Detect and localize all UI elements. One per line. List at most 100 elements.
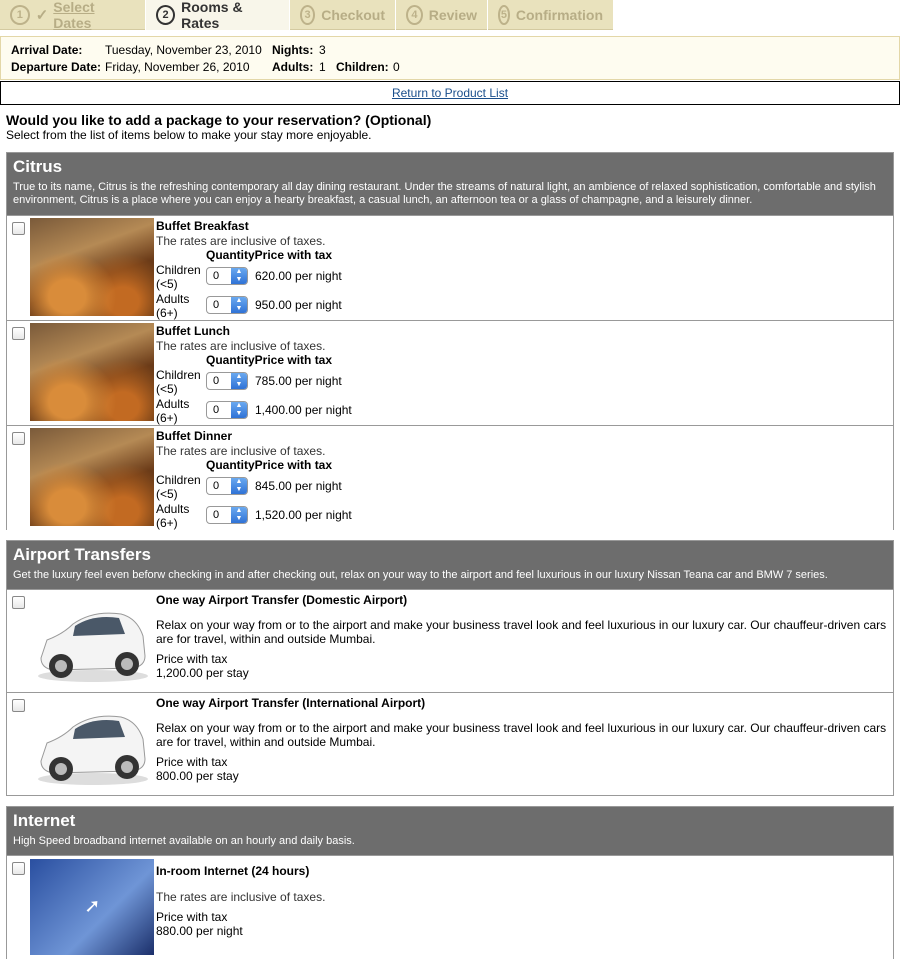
- package-item-buffet-lunch: Buffet Lunch The rates are inclusive of …: [7, 320, 893, 425]
- quantity-price-header: QuantityPrice with tax: [206, 458, 333, 472]
- price-label: Price with tax: [156, 755, 228, 769]
- package-checkbox[interactable]: [12, 432, 25, 445]
- car-photo: [30, 592, 154, 690]
- section-internet: Internet High Speed broadband internet a…: [6, 806, 894, 959]
- adults-price: 1,520.00 per night: [255, 508, 352, 522]
- section-title: Internet: [13, 811, 76, 830]
- section-description: High Speed broadband internet available …: [13, 835, 355, 847]
- package-name: Buffet Dinner: [156, 429, 232, 443]
- package-item-buffet-dinner: Buffet Dinner The rates are inclusive of…: [7, 425, 893, 530]
- adults-row-label: Adults (6+): [156, 397, 190, 425]
- section-description: Get the luxury feel even beforw checking…: [13, 569, 828, 581]
- package-item-in-room-internet: ➚ In-room Internet (24 hours) The rates …: [7, 855, 893, 959]
- page-subtitle: Select from the list of items below to m…: [6, 128, 372, 142]
- adults-label: Adults:: [272, 60, 314, 74]
- package-name: In-room Internet (24 hours): [156, 864, 310, 878]
- section-title: Citrus: [13, 157, 63, 176]
- package-checkbox[interactable]: [12, 222, 25, 235]
- step-label: Review: [428, 7, 477, 23]
- tax-note: The rates are inclusive of taxes.: [156, 339, 326, 353]
- car-icon: [38, 715, 148, 785]
- package-checkbox[interactable]: [12, 596, 25, 609]
- quantity-price-header: QuantityPrice with tax: [206, 248, 333, 262]
- nights-value: 3: [319, 43, 326, 57]
- package-item-domestic-transfer: One way Airport Transfer (Domestic Airpo…: [7, 589, 893, 692]
- section-airport-transfers: Airport Transfers Get the luxury feel ev…: [6, 540, 894, 796]
- package-item-buffet-breakfast: Buffet Breakfast The rates are inclusive…: [7, 215, 893, 320]
- departure-value: Friday, November 26, 2010: [105, 60, 250, 74]
- select-arrows-icon: ▲ ▼: [231, 402, 247, 418]
- step-rooms-rates: 2 Rooms & Rates: [146, 0, 290, 31]
- children-quantity-select[interactable]: 0 ▲ ▼: [206, 267, 248, 285]
- package-name: Buffet Breakfast: [156, 219, 249, 233]
- step-label: Checkout: [321, 7, 385, 23]
- package-description: Relax on your way from or to the airport…: [156, 618, 887, 646]
- car-photo: [30, 695, 154, 793]
- step-number: 3: [300, 5, 316, 25]
- children-label: Children:: [336, 60, 389, 74]
- package-checkbox[interactable]: [12, 699, 25, 712]
- package-name: One way Airport Transfer (Domestic Airpo…: [156, 593, 408, 607]
- adults-quantity-select[interactable]: 0 ▲ ▼: [206, 506, 248, 524]
- step-review: 4 Review: [396, 0, 488, 30]
- children-quantity-select[interactable]: 0 ▲ ▼: [206, 372, 248, 390]
- adults-quantity-select[interactable]: 0 ▲ ▼: [206, 401, 248, 419]
- internet-photo: ➚: [30, 859, 154, 955]
- tax-note: The rates are inclusive of taxes.: [156, 444, 326, 458]
- package-price: 880.00 per night: [156, 924, 243, 938]
- step-label: Rooms & Rates: [181, 0, 243, 31]
- children-price: 845.00 per night: [255, 479, 342, 493]
- nights-label: Nights:: [272, 43, 314, 57]
- children-row-label: Children (<5): [156, 368, 201, 396]
- children-value: 0: [393, 60, 400, 74]
- package-checkbox[interactable]: [12, 327, 25, 340]
- children-quantity-select[interactable]: 0 ▲ ▼: [206, 477, 248, 495]
- select-arrows-icon: ▲ ▼: [231, 268, 247, 284]
- package-checkbox[interactable]: [12, 862, 25, 875]
- select-arrows-icon: ▲ ▼: [231, 478, 247, 494]
- step-label: Confirmation: [515, 7, 603, 23]
- adults-row-label: Adults (6+): [156, 502, 190, 530]
- section-title: Airport Transfers: [13, 545, 151, 564]
- step-number: 2: [156, 5, 176, 25]
- tax-note: The rates are inclusive of taxes.: [156, 890, 326, 904]
- select-arrows-icon: ▲ ▼: [231, 373, 247, 389]
- step-number: 4: [406, 5, 423, 25]
- children-row-label: Children (<5): [156, 473, 201, 501]
- tax-note: The rates are inclusive of taxes.: [156, 234, 326, 248]
- package-description: Relax on your way from or to the airport…: [156, 721, 887, 749]
- section-description: True to its name, Citrus is the refreshi…: [13, 181, 876, 206]
- section-header: Internet High Speed broadband internet a…: [7, 807, 893, 855]
- buffet-photo: [30, 428, 154, 526]
- stay-summary: Arrival Date: Tuesday, November 23, 2010…: [0, 36, 900, 80]
- children-price: 785.00 per night: [255, 374, 342, 388]
- car-icon: [38, 612, 148, 682]
- section-header: Airport Transfers Get the luxury feel ev…: [7, 541, 893, 589]
- checkmark-icon: ✓: [35, 7, 49, 24]
- page-title: Would you like to add a package to your …: [6, 112, 432, 128]
- return-to-product-list-link[interactable]: Return to Product List: [392, 86, 508, 100]
- adults-value: 1: [319, 60, 326, 74]
- departure-label: Departure Date:: [11, 60, 102, 74]
- cursor-arrow-icon: ➚: [85, 894, 99, 920]
- step-number: 5: [498, 5, 510, 25]
- step-select-dates[interactable]: 1 ✓ Select Dates: [0, 0, 146, 31]
- package-price: 1,200.00 per stay: [156, 666, 249, 680]
- step-label: Select Dates: [53, 0, 95, 31]
- children-price: 620.00 per night: [255, 269, 342, 283]
- step-confirmation: 5 Confirmation: [488, 0, 614, 30]
- adults-price: 950.00 per night: [255, 298, 342, 312]
- price-label: Price with tax: [156, 652, 228, 666]
- buffet-photo: [30, 323, 154, 421]
- package-name: One way Airport Transfer (International …: [156, 696, 426, 710]
- section-header: Citrus True to its name, Citrus is the r…: [7, 153, 893, 215]
- adults-price: 1,400.00 per night: [255, 403, 352, 417]
- package-item-international-transfer: One way Airport Transfer (International …: [7, 692, 893, 795]
- progress-steps: 1 ✓ Select Dates 2 Rooms & Rates 3 Check…: [0, 0, 614, 31]
- section-citrus: Citrus True to its name, Citrus is the r…: [6, 152, 894, 530]
- return-bar: Return to Product List: [0, 81, 900, 105]
- step-checkout: 3 Checkout: [290, 0, 396, 30]
- buffet-photo: [30, 218, 154, 316]
- adults-quantity-select[interactable]: 0 ▲ ▼: [206, 296, 248, 314]
- adults-row-label: Adults (6+): [156, 292, 190, 320]
